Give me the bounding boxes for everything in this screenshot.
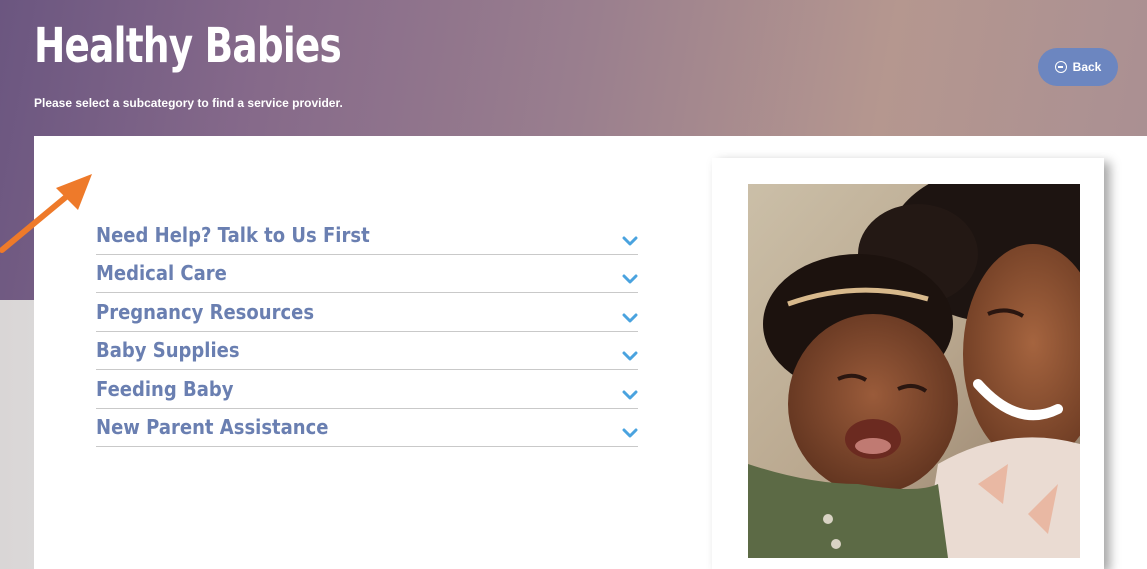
chevron-down-icon	[622, 351, 638, 361]
accordion-item-new-parent-assistance[interactable]: New Parent Assistance	[96, 409, 638, 447]
accordion-item-pregnancy-resources[interactable]: Pregnancy Resources	[96, 293, 638, 332]
chevron-down-icon	[622, 313, 638, 323]
accordion-item-medical-care[interactable]: Medical Care	[96, 255, 638, 293]
accordion-item-baby-supplies[interactable]: Baby Supplies	[96, 332, 638, 370]
chevron-down-icon	[622, 390, 638, 400]
accordion-item-label: Pregnancy Resources	[96, 299, 315, 324]
accordion-item-feeding-baby[interactable]: Feeding Baby	[96, 370, 638, 409]
accordion-item-label: Need Help? Talk to Us First	[96, 222, 370, 247]
back-button-label: Back	[1072, 60, 1102, 74]
chevron-down-icon	[622, 274, 638, 284]
accordion-item-label: Medical Care	[96, 261, 227, 286]
mother-and-baby-photo	[748, 184, 1080, 558]
accordion-item-need-help[interactable]: Need Help? Talk to Us First	[96, 216, 638, 255]
back-circle-icon	[1054, 61, 1067, 73]
accordion-item-label: New Parent Assistance	[96, 415, 329, 440]
page-subtitle: Please select a subcategory to find a se…	[34, 96, 343, 110]
chevron-down-icon	[622, 236, 638, 246]
accordion-item-label: Feeding Baby	[96, 376, 234, 401]
accordion-item-label: Baby Supplies	[96, 338, 240, 363]
chevron-down-icon	[622, 428, 638, 438]
back-button[interactable]: Back	[1038, 48, 1118, 86]
subcategory-accordion: Need Help? Talk to Us First Medical Care…	[96, 216, 638, 447]
annotation-arrow-icon	[0, 174, 92, 253]
page-title: Healthy Babies	[34, 18, 342, 74]
